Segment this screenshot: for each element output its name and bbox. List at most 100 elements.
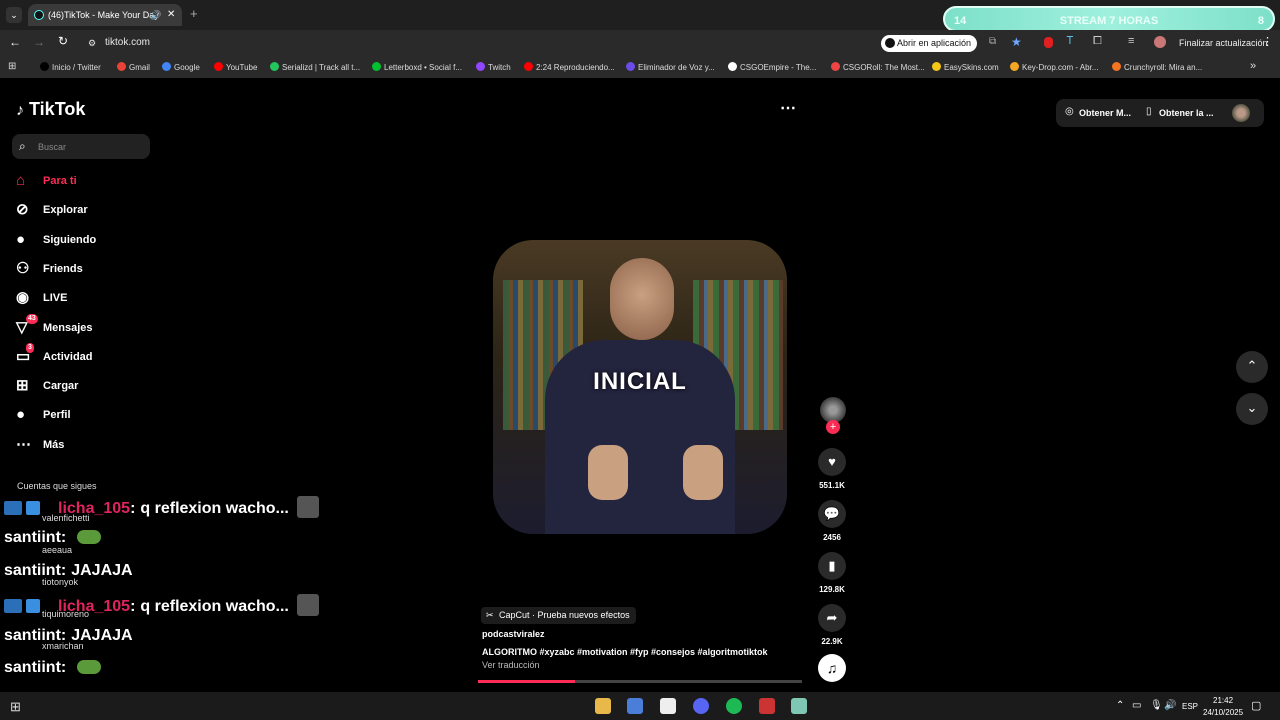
more-options-icon[interactable]: ⋯: [780, 98, 796, 118]
share-icon[interactable]: ➦: [818, 604, 846, 632]
extension-icon[interactable]: Ꭲ: [1067, 35, 1074, 48]
notepad-icon[interactable]: [660, 698, 676, 714]
reading-list-icon[interactable]: ≡: [1128, 35, 1134, 47]
url-text: tiktok.com: [105, 37, 151, 48]
more-icon: ⋯: [16, 435, 31, 453]
new-tab-icon[interactable]: +: [190, 6, 198, 21]
browser-tab[interactable]: (46)TikTok - Make Your Day 🔊 ✕: [28, 4, 182, 26]
save-count: 129.8K: [819, 585, 845, 594]
share-action[interactable]: ➦ 22.9K: [818, 604, 846, 646]
site-info-icon[interactable]: ⚙: [88, 33, 96, 53]
chat-username: licha_105: [58, 500, 131, 517]
volume-icon[interactable]: 🔊: [1164, 700, 1176, 711]
tab-close-icon[interactable]: ✕: [167, 4, 175, 26]
open-in-app-label: Abrir en aplicación: [897, 38, 972, 48]
stream-chat-message: santiint: JAJAJA: [4, 627, 133, 645]
comment-action[interactable]: 💬 2456: [818, 500, 846, 542]
bookmark-item[interactable]: YouTube: [214, 62, 257, 73]
comment-icon[interactable]: 💬: [818, 500, 846, 528]
bookmark-item[interactable]: CSGOEmpire - The...: [728, 62, 816, 73]
bookmark-item[interactable]: Gmail: [117, 62, 150, 73]
profile-avatar-icon[interactable]: [1154, 36, 1166, 48]
chat-emote-icon: [296, 496, 319, 518]
app-icon[interactable]: [759, 698, 775, 714]
capcut-chip[interactable]: ✂ CapCut · Prueba nuevos efectos: [481, 607, 636, 624]
bookmark-item[interactable]: Letterboxd • Social f...: [372, 62, 462, 73]
like-action[interactable]: ♥ 551.1K: [818, 448, 846, 490]
translate-icon[interactable]: ⧉: [989, 36, 996, 47]
bookmark-item[interactable]: Google: [162, 62, 200, 73]
chat-username: licha_105: [58, 598, 131, 615]
bookmark-item[interactable]: Serializd | Track all t...: [270, 62, 360, 73]
bookmark-star-icon[interactable]: ★: [1011, 35, 1022, 49]
get-coins-button[interactable]: Obtener M...: [1079, 108, 1131, 118]
presenter-hand-left: [588, 445, 628, 500]
clock-date[interactable]: 24/10/2025: [1203, 708, 1243, 717]
reload-icon[interactable]: ↻: [58, 34, 68, 48]
discord-icon[interactable]: [693, 698, 709, 714]
search-input[interactable]: ⌕ Buscar: [12, 134, 150, 159]
language-indicator[interactable]: ESP: [1182, 702, 1198, 711]
tab-list-icon[interactable]: ⌄: [6, 7, 22, 23]
chat-separator: :: [130, 598, 136, 615]
chat-separator: :: [60, 562, 67, 579]
video-player[interactable]: INICIAL: [493, 240, 787, 534]
open-in-app-button[interactable]: Abrir en aplicación: [881, 35, 978, 52]
tray-chevron-icon[interactable]: ⌃: [1116, 700, 1124, 711]
app-icon[interactable]: [791, 698, 807, 714]
extensions-puzzle-icon[interactable]: ⧠: [1093, 35, 1102, 48]
see-translation-link[interactable]: Ver traducción: [482, 660, 540, 670]
bookmark-item[interactable]: Key-Drop.com - Abr...: [1010, 62, 1098, 73]
microphone-icon[interactable]: 🎙: [1150, 700, 1163, 711]
notifications-icon[interactable]: ▢: [1251, 699, 1261, 712]
get-app-button[interactable]: Obtener la ...: [1159, 108, 1214, 118]
windows-start-icon[interactable]: ⊞: [10, 699, 21, 715]
chat-username: santiint: [4, 659, 61, 676]
file-explorer-icon[interactable]: [595, 698, 611, 714]
tiktok-logo[interactable]: ♪ TikTok: [16, 99, 85, 120]
app-window-icon[interactable]: [627, 698, 643, 714]
bookmark-item[interactable]: Eliminador de Voz y...: [626, 62, 715, 73]
video-author[interactable]: podcastviralez: [482, 629, 545, 639]
sidebar-item-label: Friends: [43, 262, 83, 275]
bookmark-label: Google: [174, 63, 200, 72]
clock-time[interactable]: 21:42: [1213, 696, 1233, 705]
extension-icon[interactable]: [1044, 37, 1053, 48]
tab-title: (46)TikTok - Make Your Day: [48, 10, 159, 20]
user-avatar[interactable]: [1232, 104, 1250, 122]
video-progress-track[interactable]: [478, 680, 802, 683]
speaker-icon[interactable]: 🔊: [150, 4, 161, 26]
bookmark-item[interactable]: EasySkins.com: [932, 62, 999, 73]
previous-video-button[interactable]: ⌃: [1236, 351, 1268, 383]
bookmark-icon[interactable]: ▮: [818, 552, 846, 580]
bookmark-item[interactable]: 2:24 Reproduciendo...: [524, 62, 615, 73]
chat-emote-icon: [77, 530, 102, 544]
bookmark-label: Inicio / Twitter: [52, 63, 101, 72]
heart-icon[interactable]: ♥: [818, 448, 846, 476]
chat-separator: :: [130, 500, 136, 517]
apps-grid-icon[interactable]: ⊞: [8, 61, 16, 72]
browser-menu-icon[interactable]: ⋮: [1262, 35, 1273, 48]
bookmark-item[interactable]: Crunchyroll: Mira an...: [1112, 62, 1202, 73]
bookmark-label: Twitch: [488, 63, 511, 72]
music-disc-icon[interactable]: ♫: [818, 654, 846, 682]
following-header: Cuentas que sigues: [17, 481, 97, 491]
notification-badge: 3: [26, 342, 34, 353]
bookmark-item[interactable]: CSGORoll: The Most...: [831, 62, 925, 73]
spotify-icon[interactable]: [726, 698, 742, 714]
bookmark-favicon-icon: [626, 62, 635, 71]
back-icon[interactable]: ←: [9, 35, 21, 49]
chat-emote-icon: [77, 660, 102, 674]
sidebar-item-label: Mensajes: [43, 321, 93, 334]
save-action[interactable]: ▮ 129.8K: [818, 552, 846, 594]
follow-plus-icon[interactable]: +: [826, 420, 840, 434]
next-video-button[interactable]: ⌄: [1236, 393, 1268, 425]
forward-icon[interactable]: →: [33, 35, 45, 49]
capcut-icon: ✂: [486, 610, 494, 620]
more-bookmarks-icon[interactable]: »: [1250, 60, 1256, 72]
bookmark-item[interactable]: Twitch: [476, 62, 511, 73]
update-button[interactable]: Finalizar actualización: [1179, 38, 1268, 48]
url-field[interactable]: ⚙ tiktok.com: [84, 33, 874, 53]
network-icon[interactable]: ▭: [1132, 700, 1141, 711]
bookmark-item[interactable]: Inicio / Twitter: [40, 62, 101, 73]
